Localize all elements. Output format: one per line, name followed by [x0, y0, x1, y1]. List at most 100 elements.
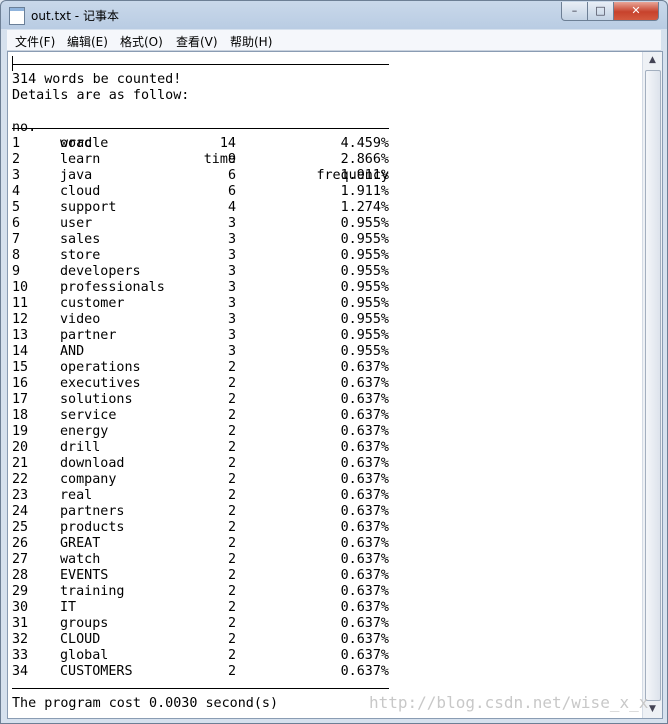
word-table: 1 oracle 14 4.459% 2 learn 9 2.866% 3 java 6 1.911%…	[12, 136, 641, 680]
row-word: customer	[60, 296, 125, 311]
row-time: 6	[227, 184, 236, 199]
row-time: 2	[227, 520, 236, 535]
minimize-button[interactable]: –	[561, 2, 588, 21]
scroll-thumb[interactable]	[645, 70, 661, 701]
header-row: no. word time frequency	[12, 104, 641, 183]
row-number: 11	[12, 296, 29, 311]
row-time: 6	[227, 168, 236, 183]
table-row: 8 store 3 0.955%	[12, 248, 641, 264]
row-frequency: 0.637%	[340, 584, 389, 599]
table-row: 6 user 3 0.955%	[12, 216, 641, 232]
row-number: 12	[12, 312, 29, 327]
row-word: java	[60, 168, 93, 183]
table-row: 19 energy 2 0.637%	[12, 424, 641, 440]
row-word: partner	[60, 328, 117, 343]
row-number: 29	[12, 584, 29, 599]
text-editor[interactable]: 314 words be counted! Details are as fol…	[7, 51, 663, 719]
menu-help[interactable]: 帮助(H)	[230, 33, 272, 50]
row-number: 5	[12, 200, 21, 215]
row-frequency: 0.637%	[340, 376, 389, 391]
table-row: 23 real 2 0.637%	[12, 488, 641, 504]
row-time: 2	[227, 648, 236, 663]
row-frequency: 2.866%	[340, 152, 389, 167]
notepad-icon	[9, 7, 25, 25]
row-frequency: 0.637%	[340, 488, 389, 503]
row-frequency: 0.637%	[340, 664, 389, 679]
row-word: watch	[60, 552, 101, 567]
row-word: video	[60, 312, 101, 327]
row-frequency: 0.955%	[340, 216, 389, 231]
table-row: 14 AND 3 0.955%	[12, 344, 641, 360]
close-button[interactable]: ✕	[613, 2, 659, 21]
row-word: EVENTS	[60, 568, 109, 583]
vertical-scrollbar[interactable]: ▲ ▼	[642, 52, 662, 718]
table-row: 32 CLOUD 2 0.637%	[12, 632, 641, 648]
row-time: 2	[227, 472, 236, 487]
row-number: 26	[12, 536, 29, 551]
table-row: 31 groups 2 0.637%	[12, 616, 641, 632]
row-frequency: 0.955%	[340, 328, 389, 343]
row-frequency: 1.911%	[340, 168, 389, 183]
maximize-button[interactable]: □	[587, 2, 614, 21]
row-number: 16	[12, 376, 29, 391]
menu-view[interactable]: 查看(V)	[176, 33, 218, 50]
menu-format[interactable]: 格式(O)	[120, 33, 163, 50]
row-time: 3	[227, 280, 236, 295]
menu-file[interactable]: 文件(F)	[15, 33, 55, 50]
row-word: service	[60, 408, 117, 423]
row-frequency: 0.637%	[340, 424, 389, 439]
row-frequency: 0.955%	[340, 248, 389, 263]
row-time: 3	[227, 264, 236, 279]
row-word: energy	[60, 424, 109, 439]
separator-line	[12, 56, 641, 72]
row-frequency: 0.637%	[340, 552, 389, 567]
row-number: 27	[12, 552, 29, 567]
row-word: company	[60, 472, 117, 487]
table-row: 20 drill 2 0.637%	[12, 440, 641, 456]
row-word: training	[60, 584, 125, 599]
row-frequency: 0.637%	[340, 360, 389, 375]
watermark: http://blog.csdn.net/wise_x_x	[369, 693, 649, 712]
scroll-up-arrow-icon[interactable]: ▲	[643, 52, 662, 69]
row-frequency: 1.911%	[340, 184, 389, 199]
row-word: global	[60, 648, 109, 663]
table-row: 17 solutions 2 0.637%	[12, 392, 641, 408]
row-time: 2	[227, 600, 236, 615]
row-time: 2	[227, 376, 236, 391]
row-number: 20	[12, 440, 29, 455]
table-row: 15 operations 2 0.637%	[12, 360, 641, 376]
row-word: groups	[60, 616, 109, 631]
text-caret	[12, 56, 13, 71]
row-time: 3	[227, 312, 236, 327]
document-text[interactable]: 314 words be counted! Details are as fol…	[12, 56, 641, 716]
row-frequency: 0.637%	[340, 408, 389, 423]
row-word: sales	[60, 232, 101, 247]
row-time: 2	[227, 392, 236, 407]
row-number: 13	[12, 328, 29, 343]
row-frequency: 0.955%	[340, 280, 389, 295]
row-number: 31	[12, 616, 29, 631]
row-time: 4	[227, 200, 236, 215]
row-time: 2	[227, 664, 236, 679]
table-row: 5 support 4 1.274%	[12, 200, 641, 216]
title-bar[interactable]: out.txt - 记事本 – □ ✕	[1, 1, 667, 29]
row-frequency: 0.955%	[340, 344, 389, 359]
row-word: developers	[60, 264, 141, 279]
row-time: 2	[227, 408, 236, 423]
row-number: 7	[12, 232, 21, 247]
row-word: real	[60, 488, 93, 503]
table-row: 4 cloud 6 1.911%	[12, 184, 641, 200]
row-number: 4	[12, 184, 21, 199]
row-time: 2	[227, 552, 236, 567]
table-row: 11 customer 3 0.955%	[12, 296, 641, 312]
menu-edit[interactable]: 编辑(E)	[67, 33, 108, 50]
row-word: support	[60, 200, 117, 215]
row-word: user	[60, 216, 93, 231]
row-word: learn	[60, 152, 101, 167]
row-number: 25	[12, 520, 29, 535]
row-time: 14	[219, 136, 236, 151]
row-frequency: 0.637%	[340, 536, 389, 551]
table-row: 9 developers 3 0.955%	[12, 264, 641, 280]
row-number: 32	[12, 632, 29, 647]
table-row: 33 global 2 0.637%	[12, 648, 641, 664]
